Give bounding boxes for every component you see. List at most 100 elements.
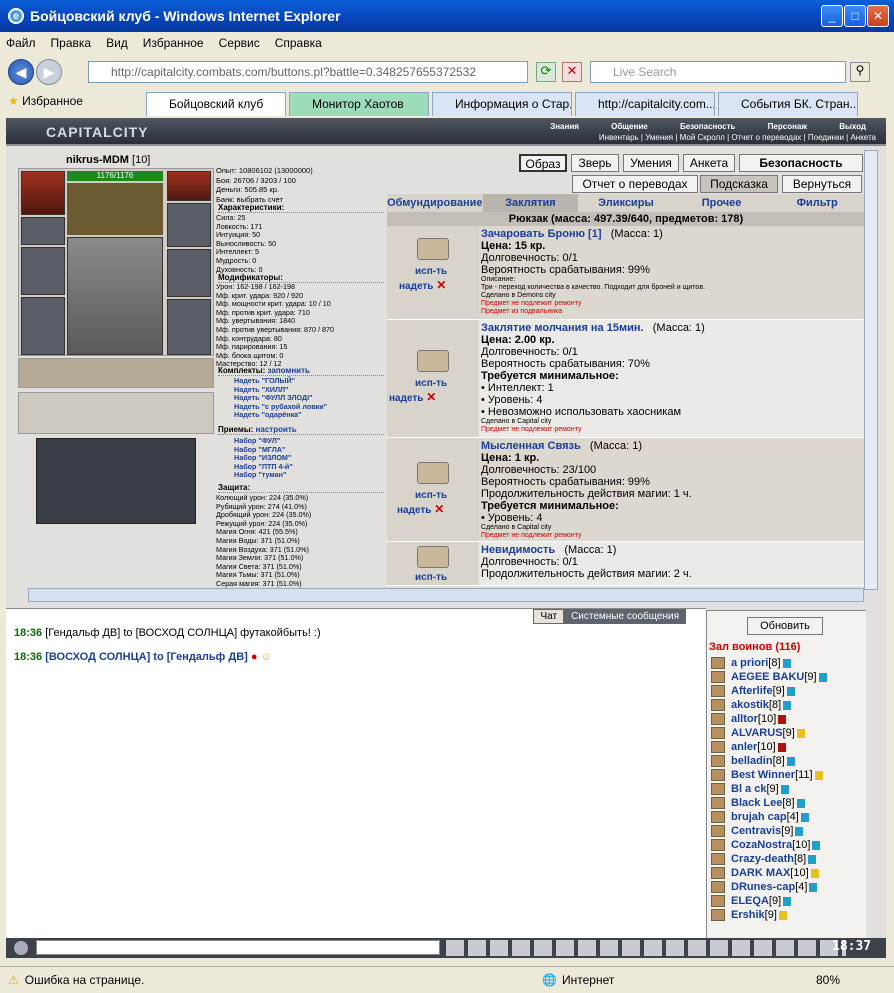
tab-info[interactable]: Информация о Стар... [432,92,572,116]
page-scrollbar[interactable] [864,150,878,590]
user-name[interactable]: Bl a ck [731,783,766,795]
delete-icon[interactable]: ✕ [426,390,436,404]
item-name[interactable]: Заклятие молчания на 15мин. [481,322,644,334]
info-icon[interactable] [782,658,791,668]
info-icon[interactable] [780,784,789,794]
user-action-icon[interactable] [711,895,725,908]
bracers-slot[interactable] [21,217,65,245]
nav-security[interactable]: Безопасность [680,122,736,131]
user-row[interactable]: DARK MAX[10] [711,867,819,880]
scroll-slots[interactable] [18,392,214,434]
kits-remember-link[interactable]: запомнить [268,366,310,375]
technique-link[interactable]: Набор "туман" [234,471,293,480]
user-action-icon[interactable] [711,811,725,824]
user-row[interactable]: AEGEE BAKU[9] [711,671,827,684]
close-button[interactable]: ✕ [867,5,889,27]
user-row[interactable]: Black Lee[8] [711,797,805,810]
user-row[interactable]: Bl a ck[9] [711,783,789,796]
nav-character[interactable]: Персонаж [768,122,807,131]
user-action-icon[interactable] [711,881,725,894]
zoom-level[interactable]: 80% [816,973,840,987]
user-row[interactable]: DRunes-cap[4] [711,881,818,894]
tab-equipment[interactable]: Обмундирование [387,194,483,212]
user-name[interactable]: Afterlife [731,685,773,697]
user-row[interactable]: akostik[8] [711,699,792,712]
user-action-icon[interactable] [711,797,725,810]
menu-favorites[interactable]: Избранное [143,36,204,50]
info-icon[interactable] [810,868,819,878]
info-icon[interactable] [818,672,827,682]
user-action-icon[interactable] [711,685,725,698]
tab-other[interactable]: Прочее [674,194,770,212]
belt-row[interactable] [18,358,214,388]
item-name[interactable]: Мысленная Связь [481,440,581,452]
obraz-button[interactable]: Образ [519,154,567,172]
user-row[interactable]: Centravis[9] [711,825,804,838]
use-link[interactable]: исп-ть [415,378,447,389]
tab-events[interactable]: События БК. Стран... [718,92,858,116]
armor-slot[interactable] [21,297,65,355]
stop-icon[interactable]: ✕ [562,62,582,82]
user-name[interactable]: Best Winner [731,769,795,781]
tab-capitalcity[interactable]: http://capitalcity.com... [575,92,715,116]
profile-button[interactable]: Анкета [683,154,735,172]
wear-link[interactable]: надеть [397,505,431,516]
user-row[interactable]: a priori[8] [711,657,791,670]
wear-link[interactable]: надеть [399,281,433,292]
chat-input[interactable] [36,940,440,955]
tab-elixirs[interactable]: Эликсиры [578,194,674,212]
user-name[interactable]: AEGEE BAKU [731,671,804,683]
info-icon[interactable] [800,812,809,822]
horizontal-scrollbar[interactable] [28,588,864,602]
info-icon[interactable] [778,714,787,724]
skills-button[interactable]: Умения [623,154,679,172]
info-icon[interactable] [808,854,817,864]
chat-settings-icon[interactable] [14,941,28,955]
tech-setup-link[interactable]: настроить [256,425,297,434]
tab-fight-club[interactable]: Бойцовский клуб [146,92,286,116]
user-action-icon[interactable] [711,867,725,880]
tab-spells[interactable]: Заклятия [482,194,579,212]
user-name[interactable]: DARK MAX [731,867,790,879]
user-action-icon[interactable] [711,713,725,726]
menu-file[interactable]: Файл [6,36,36,50]
menu-tools[interactable]: Сервис [219,36,260,50]
favorites-button[interactable]: ★ Избранное [8,94,83,108]
info-icon[interactable] [786,686,795,696]
user-row[interactable]: Afterlife[9] [711,685,795,698]
return-button[interactable]: Вернуться [782,175,862,193]
user-action-icon[interactable] [711,699,725,712]
user-name[interactable]: anler [731,741,757,753]
user-name[interactable]: DRunes-cap [731,881,795,893]
transfer-report-button[interactable]: Отчет о переводах [572,175,698,193]
user-name[interactable]: ELEQA [731,895,769,907]
warning-icon[interactable]: ⚠ [8,973,19,987]
user-name[interactable]: belladin [731,755,773,767]
delete-icon[interactable]: ✕ [436,278,446,292]
kits-header[interactable]: Комплекты: запомнить [218,366,384,376]
address-field[interactable]: http://capitalcity.combats.com/buttons.p… [88,61,528,83]
info-icon[interactable] [783,700,792,710]
rune-slots[interactable] [67,183,163,235]
user-row[interactable]: alltor[10] [711,713,787,726]
menu-help[interactable]: Справка [275,36,322,50]
msg-time[interactable]: 18:36 [14,651,42,663]
user-row[interactable]: ALVARUS[9] [711,727,805,740]
user-name[interactable]: alltor [731,713,758,725]
tab-filter[interactable]: Фильтр [769,194,865,212]
info-icon[interactable] [814,770,823,780]
user-name[interactable]: Crazy-death [731,853,794,865]
helmet-slot[interactable] [21,171,65,215]
use-link[interactable]: исп-ть [415,266,447,277]
user-action-icon[interactable] [711,657,725,670]
back-button[interactable]: ◀ [8,59,34,85]
city-nav-bottom[interactable]: Инвентарь | Умения | Мой Скролл | Отчет … [599,133,876,142]
user-name[interactable]: ALVARUS [731,727,783,739]
user-action-icon[interactable] [711,839,725,852]
delete-icon[interactable]: ✕ [434,502,444,516]
refresh-icon[interactable]: ⟳ [536,62,556,82]
weapon-slot[interactable] [21,247,65,295]
user-action-icon[interactable] [711,755,725,768]
search-input[interactable]: Live Search [590,61,846,83]
use-link[interactable]: исп-ть [415,572,447,583]
